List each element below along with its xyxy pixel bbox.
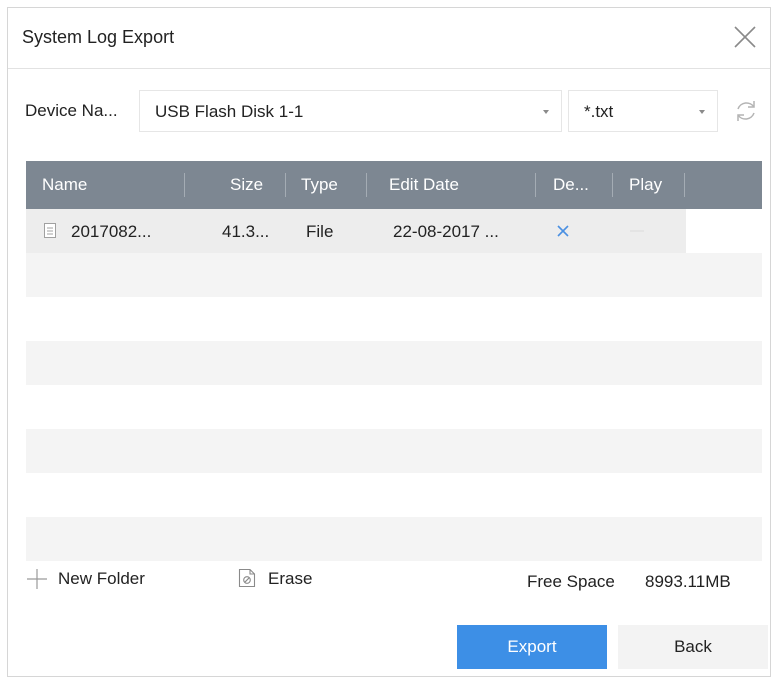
column-header-delete[interactable]: De... xyxy=(553,175,589,195)
column-divider xyxy=(684,173,685,197)
column-header-size[interactable]: Size xyxy=(230,175,263,195)
chevron-down-icon xyxy=(699,110,705,114)
cell-type: File xyxy=(306,222,334,241)
column-header-edit-date[interactable]: Edit Date xyxy=(389,175,459,195)
table-header: Name Size Type Edit Date De... Play xyxy=(26,161,762,209)
back-button[interactable]: Back xyxy=(618,625,768,669)
free-space-label: Free Space xyxy=(527,572,615,591)
column-divider xyxy=(285,173,286,197)
dialog-titlebar: System Log Export xyxy=(8,8,770,69)
cell-edit-date: 22-08-2017 ... xyxy=(393,222,499,241)
table-row-empty xyxy=(26,341,762,385)
table-row[interactable]: 2017082... 41.3... File 22-08-2017 ... xyxy=(26,209,762,253)
chevron-down-icon xyxy=(543,110,549,114)
play-icon xyxy=(630,230,644,232)
refresh-icon xyxy=(737,101,755,121)
column-header-play[interactable]: Play xyxy=(629,175,662,195)
device-select[interactable]: USB Flash Disk 1-1 xyxy=(139,90,562,132)
column-divider xyxy=(612,173,613,197)
cell-name: 2017082... xyxy=(71,222,152,241)
column-divider xyxy=(535,173,536,197)
erase-icon xyxy=(238,568,256,588)
file-type-select-value: *.txt xyxy=(584,102,614,121)
new-folder-label: New Folder xyxy=(58,569,145,588)
table-row-empty xyxy=(26,517,762,561)
close-icon xyxy=(734,26,756,48)
table-row-empty xyxy=(26,385,762,429)
table-row-empty xyxy=(26,473,762,517)
column-divider xyxy=(366,173,367,197)
table-row-empty xyxy=(26,297,762,341)
file-icon xyxy=(44,223,56,238)
delete-icon[interactable] xyxy=(556,224,570,238)
table-row-empty xyxy=(26,253,762,297)
plus-icon xyxy=(27,569,47,589)
file-table: Name Size Type Edit Date De... Play 2017… xyxy=(26,161,762,561)
dialog-title: System Log Export xyxy=(22,27,175,47)
column-header-name[interactable]: Name xyxy=(42,175,87,195)
free-space-value: 8993.11MB xyxy=(645,572,731,591)
system-log-export-dialog: System Log Export Device Na... USB Flash… xyxy=(7,7,771,677)
column-header-type[interactable]: Type xyxy=(301,175,338,195)
column-divider xyxy=(184,173,185,197)
cell-size: 41.3... xyxy=(222,222,270,241)
file-type-select[interactable]: *.txt xyxy=(568,90,718,132)
export-button[interactable]: Export xyxy=(457,625,607,669)
close-button[interactable] xyxy=(730,22,760,52)
refresh-button[interactable] xyxy=(733,98,759,124)
device-name-label: Device Na... xyxy=(25,101,118,120)
device-select-value: USB Flash Disk 1-1 xyxy=(155,102,304,121)
erase-label: Erase xyxy=(268,569,313,588)
table-row-empty xyxy=(26,429,762,473)
